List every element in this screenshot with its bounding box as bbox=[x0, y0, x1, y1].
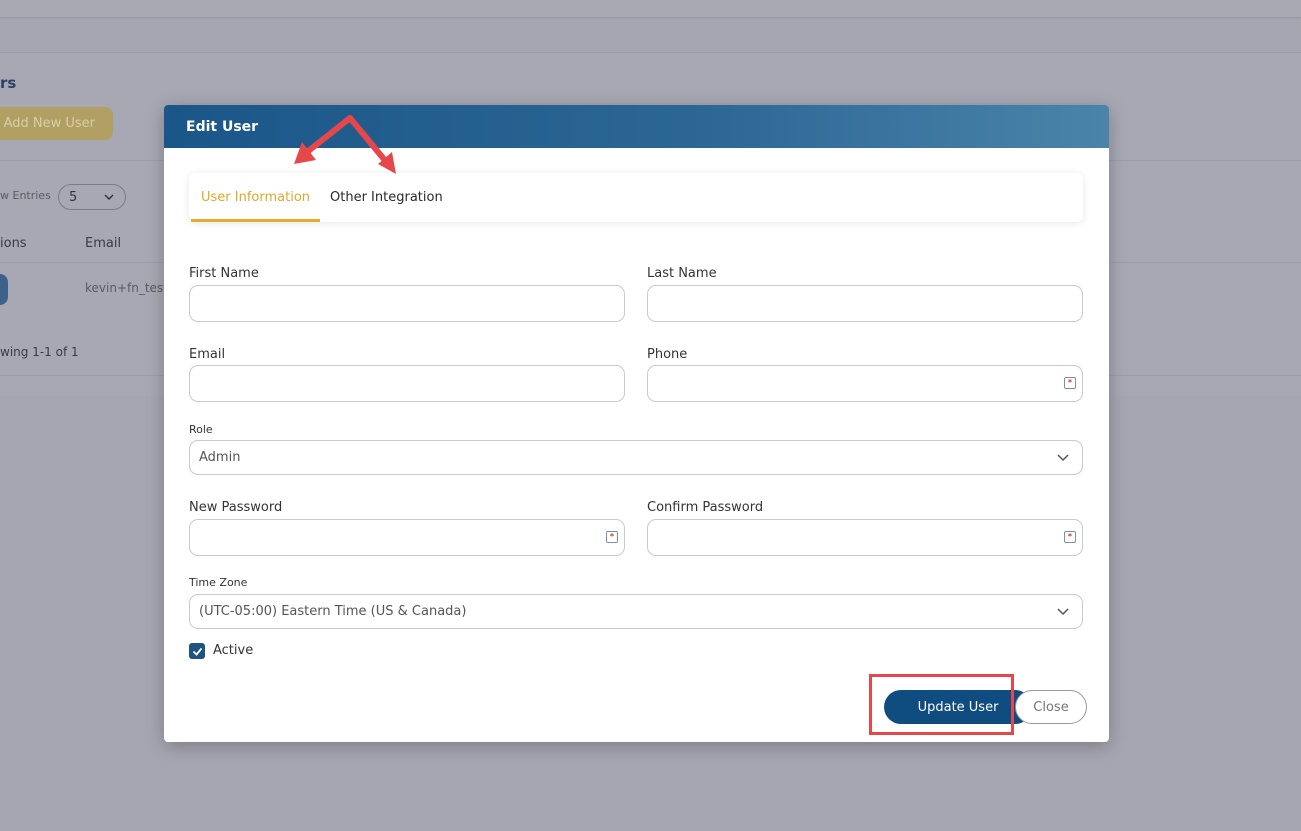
row-action-button[interactable] bbox=[0, 274, 8, 305]
time-zone-value: (UTC-05:00) Eastern Time (US & Canada) bbox=[199, 604, 467, 619]
active-checkbox[interactable] bbox=[189, 643, 205, 659]
email-label: Email bbox=[189, 347, 226, 362]
new-password-label: New Password bbox=[189, 500, 283, 515]
checkmark-icon bbox=[192, 647, 202, 656]
first-name-label: First Name bbox=[189, 266, 259, 281]
key-icon[interactable]: * bbox=[1064, 377, 1076, 389]
column-header-email: Email bbox=[85, 236, 122, 251]
close-button[interactable]: Close bbox=[1015, 690, 1087, 724]
last-name-input[interactable] bbox=[647, 285, 1083, 322]
tab-other-integration[interactable]: Other Integration bbox=[320, 173, 453, 222]
page-title: rs bbox=[0, 74, 17, 92]
column-header-actions: ions bbox=[0, 236, 27, 251]
chevron-down-icon bbox=[1057, 454, 1069, 462]
key-icon[interactable]: * bbox=[606, 531, 618, 543]
active-label: Active bbox=[213, 643, 254, 658]
showing-count: wing 1-1 of 1 bbox=[0, 345, 79, 359]
new-password-input[interactable]: * bbox=[189, 519, 625, 556]
first-name-input[interactable] bbox=[189, 285, 625, 322]
time-zone-select[interactable]: (UTC-05:00) Eastern Time (US & Canada) bbox=[189, 594, 1083, 629]
role-label: Role bbox=[189, 423, 213, 436]
confirm-password-label: Confirm Password bbox=[647, 500, 764, 515]
email-input[interactable] bbox=[189, 365, 625, 402]
key-icon[interactable]: * bbox=[1064, 531, 1076, 543]
modal-header: Edit User bbox=[164, 105, 1109, 148]
add-new-user-button[interactable]: Add New User bbox=[0, 107, 113, 140]
email-cell: kevin+fn_test bbox=[85, 281, 168, 295]
phone-label: Phone bbox=[647, 347, 688, 362]
time-zone-label: Time Zone bbox=[189, 576, 248, 589]
entries-select[interactable]: 5 bbox=[58, 184, 126, 210]
tab-user-information[interactable]: User Information bbox=[191, 173, 321, 222]
role-value: Admin bbox=[199, 450, 241, 465]
role-select[interactable]: Admin bbox=[189, 440, 1083, 475]
entries-label: w Entries bbox=[0, 189, 51, 202]
tab-bar: User Information Other Integration bbox=[189, 173, 1083, 222]
confirm-password-input[interactable]: * bbox=[647, 519, 1083, 556]
chevron-down-icon bbox=[104, 194, 114, 201]
update-user-button[interactable]: Update User bbox=[884, 690, 1032, 724]
last-name-label: Last Name bbox=[647, 266, 717, 281]
top-bar bbox=[0, 0, 1301, 17]
edit-user-modal: Edit User User Information Other Integra… bbox=[164, 105, 1109, 742]
phone-input[interactable]: * bbox=[647, 365, 1083, 402]
modal-title: Edit User bbox=[186, 118, 259, 135]
chevron-down-icon bbox=[1057, 608, 1069, 616]
entries-value: 5 bbox=[69, 189, 78, 205]
